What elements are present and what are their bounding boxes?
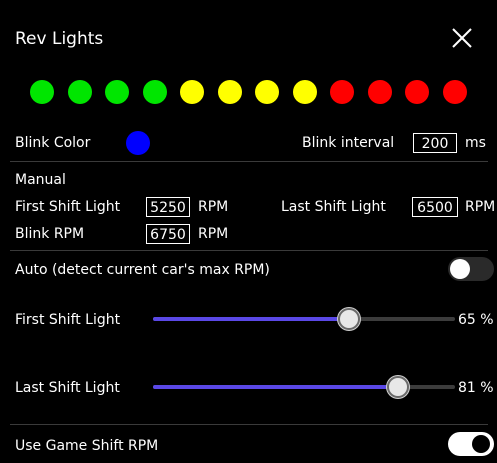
- manual-first-shift-unit: RPM: [198, 199, 229, 215]
- rev-light: [405, 80, 429, 104]
- blink-interval-label: Blink interval: [302, 135, 395, 151]
- manual-blink-rpm-unit: RPM: [198, 226, 229, 242]
- toggle-knob: [450, 259, 470, 279]
- last-shift-slider[interactable]: [153, 376, 455, 398]
- divider: [10, 250, 488, 251]
- divider: [10, 424, 488, 425]
- first-shift-percent: 65 %: [458, 312, 494, 328]
- rev-light: [292, 80, 317, 104]
- divider: [10, 161, 488, 162]
- manual-blink-rpm-input[interactable]: 6750: [146, 224, 190, 244]
- manual-first-shift-label: First Shift Light: [15, 199, 121, 215]
- last-shift-percent: 81 %: [458, 380, 494, 396]
- blink-interval-unit: ms: [465, 135, 486, 151]
- blink-interval-input[interactable]: 200: [413, 133, 457, 153]
- manual-first-shift-input[interactable]: 5250: [146, 197, 190, 217]
- rev-lights-panel: Rev Lights Blink Color Blink interval 20…: [0, 0, 497, 463]
- manual-blink-rpm-label: Blink RPM: [15, 226, 85, 242]
- auto-detect-toggle[interactable]: [448, 257, 494, 281]
- slider-fill: [153, 317, 350, 321]
- rev-light: [330, 80, 354, 104]
- manual-last-shift-input[interactable]: 6500: [412, 197, 458, 217]
- rev-light: [367, 80, 392, 104]
- slider-fill: [153, 385, 398, 389]
- rev-light: [217, 80, 242, 104]
- auto-detect-label: Auto (detect current car's max RPM): [15, 262, 270, 278]
- manual-heading: Manual: [15, 172, 66, 188]
- auto-last-shift-label: Last Shift Light: [15, 380, 120, 396]
- close-icon[interactable]: [450, 26, 474, 50]
- blink-color-label: Blink Color: [15, 135, 91, 151]
- blink-color-swatch[interactable]: [126, 131, 150, 155]
- game-shift-toggle[interactable]: [448, 432, 494, 456]
- toggle-knob: [472, 435, 490, 453]
- manual-last-shift-unit: RPM: [465, 199, 496, 215]
- manual-last-shift-label: Last Shift Light: [281, 199, 386, 215]
- game-shift-label: Use Game Shift RPM: [15, 438, 159, 454]
- rev-light: [30, 80, 54, 104]
- auto-first-shift-label: First Shift Light: [15, 312, 121, 328]
- first-shift-slider[interactable]: [153, 308, 455, 330]
- rev-light: [105, 80, 129, 104]
- slider-thumb[interactable]: [338, 308, 361, 330]
- panel-title: Rev Lights: [15, 29, 104, 49]
- rev-light: [180, 80, 204, 104]
- rev-light: [442, 80, 467, 104]
- slider-thumb[interactable]: [386, 376, 409, 398]
- rev-light: [142, 80, 167, 104]
- rev-light: [67, 80, 92, 104]
- rev-light: [255, 80, 279, 104]
